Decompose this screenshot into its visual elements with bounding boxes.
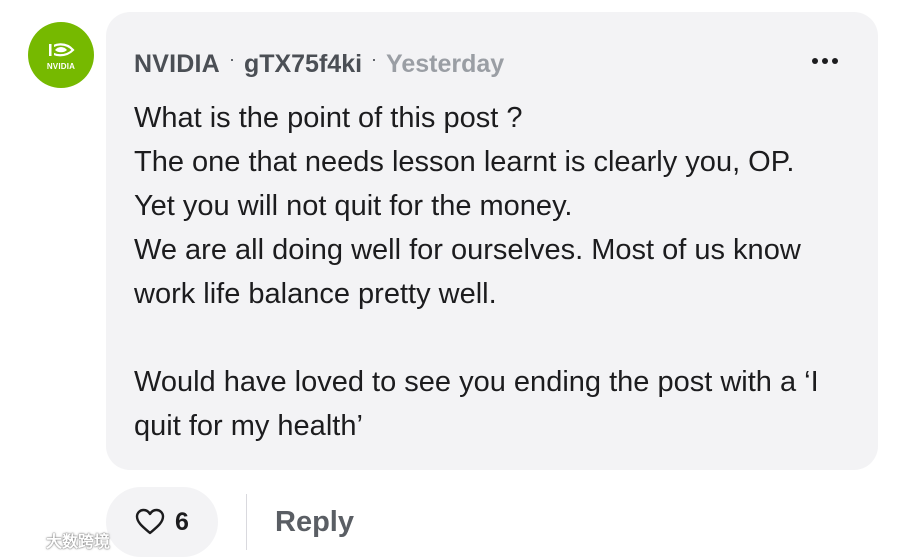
meta-separator: · bbox=[228, 49, 235, 69]
comment-line: Yet you will not quit for the money. bbox=[134, 190, 573, 222]
comment-bubble: NVIDIA · gTX75f4ki · Yesterday What is t… bbox=[106, 12, 878, 470]
watermark-text: 大数跨境 bbox=[46, 534, 111, 551]
comment-actions: 6 Reply bbox=[106, 487, 354, 557]
nvidia-logo-icon bbox=[46, 42, 75, 57]
comment-line: Would have loved to see you ending the p… bbox=[134, 366, 819, 442]
comment-line: We are all doing well for ourselves. Mos… bbox=[134, 234, 801, 310]
comment-body: What is the point of this post ? The one… bbox=[134, 96, 854, 448]
meta-separator: · bbox=[371, 49, 378, 69]
comment-timestamp: Yesterday bbox=[386, 50, 505, 78]
author-handle[interactable]: gTX75f4ki bbox=[244, 50, 362, 79]
watermark: 大数跨境 bbox=[6, 528, 110, 552]
action-divider bbox=[246, 494, 247, 550]
heart-icon bbox=[135, 508, 165, 535]
like-button[interactable]: 6 bbox=[106, 487, 218, 557]
more-options-button[interactable] bbox=[812, 58, 838, 64]
reply-button[interactable]: Reply bbox=[275, 506, 354, 539]
comment-meta: NVIDIA · gTX75f4ki · Yesterday bbox=[134, 49, 505, 79]
like-count: 6 bbox=[175, 507, 189, 536]
comment-line: What is the point of this post ? bbox=[134, 102, 523, 134]
avatar-brand-label: NVIDIA bbox=[46, 61, 76, 71]
more-horizontal-icon bbox=[812, 58, 818, 64]
comment-line: The one that needs lesson learnt is clea… bbox=[134, 146, 795, 178]
avatar[interactable]: NVIDIA bbox=[28, 22, 94, 88]
author-name[interactable]: NVIDIA bbox=[134, 50, 220, 79]
watermark-logo-icon bbox=[7, 533, 41, 550]
